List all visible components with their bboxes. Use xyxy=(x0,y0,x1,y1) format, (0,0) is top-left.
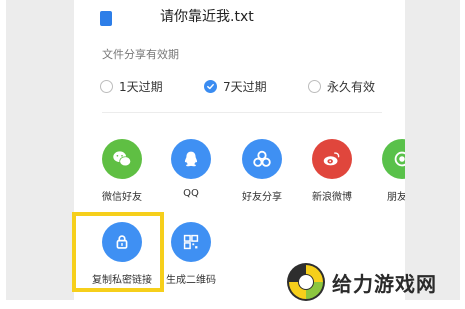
share-label: 生成二维码 xyxy=(166,275,216,286)
share-label: 好友分享 xyxy=(242,192,282,203)
qrcode-icon xyxy=(171,222,211,262)
share-label: 微信好友 xyxy=(102,192,142,203)
file-name: 请你靠近我.txt xyxy=(160,9,254,25)
validity-option-label: 1天过期 xyxy=(119,79,163,94)
radio-icon xyxy=(100,79,113,93)
background-right xyxy=(405,0,460,300)
validity-option-permanent[interactable]: 永久有效 xyxy=(308,77,375,95)
share-wechat[interactable]: 微信好友 xyxy=(92,139,152,203)
qq-icon xyxy=(171,139,211,179)
share-qq[interactable]: QQ xyxy=(161,139,221,199)
share-label: 朋友圈 xyxy=(387,192,405,203)
wechat-icon xyxy=(102,139,142,179)
watermark: 给力游戏网 xyxy=(286,261,461,303)
share-label: QQ xyxy=(183,188,199,199)
generate-qrcode[interactable]: 生成二维码 xyxy=(161,222,221,286)
watermark-text: 给力游戏网 xyxy=(332,271,437,296)
radio-checked-icon xyxy=(204,79,217,93)
file-row[interactable]: 请你靠近我.txt xyxy=(96,0,396,26)
file-icon xyxy=(100,11,112,26)
background-left xyxy=(6,0,74,300)
friends-share-icon xyxy=(242,139,282,179)
validity-title: 文件分享有效期 xyxy=(102,48,179,61)
validity-option-7day[interactable]: 7天过期 xyxy=(204,77,267,95)
validity-option-1day[interactable]: 1天过期 xyxy=(100,77,163,95)
moments-icon xyxy=(382,139,405,179)
divider xyxy=(102,112,382,113)
share-weibo[interactable]: 新浪微博 xyxy=(302,139,362,203)
highlight-box xyxy=(72,212,164,292)
share-friends[interactable]: 好友分享 xyxy=(232,139,292,203)
validity-option-label: 永久有效 xyxy=(327,79,376,94)
radio-icon xyxy=(308,79,321,93)
share-moments[interactable]: 朋友圈 xyxy=(372,139,405,203)
validity-option-label: 7天过期 xyxy=(223,79,267,94)
share-label: 新浪微博 xyxy=(312,192,352,203)
weibo-icon xyxy=(312,139,352,179)
watermark-logo-icon xyxy=(287,263,325,301)
